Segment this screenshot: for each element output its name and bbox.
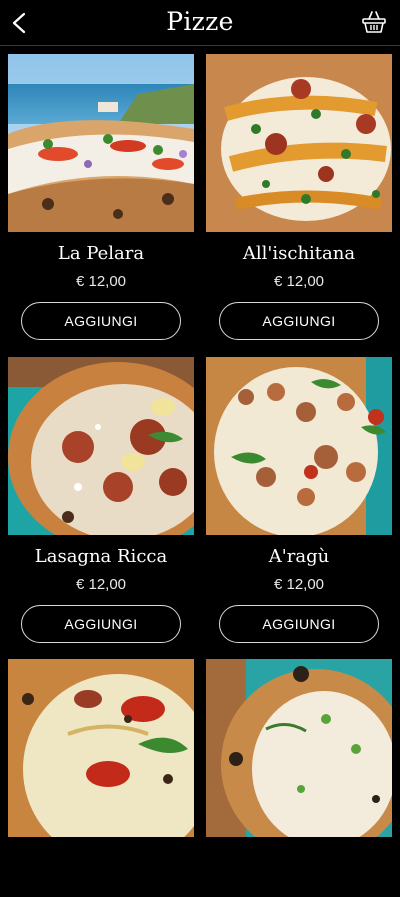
- product-name: Lasagna Ricca: [34, 546, 168, 567]
- product-image[interactable]: [8, 54, 194, 232]
- product-image[interactable]: [8, 659, 194, 837]
- add-to-cart-button[interactable]: AGGIUNGI: [219, 605, 379, 643]
- product-card[interactable]: All'ischitana € 12,00 AGGIUNGI: [206, 54, 392, 340]
- product-card[interactable]: A'ragù € 12,00 AGGIUNGI: [206, 357, 392, 643]
- product-name: A'ragù: [268, 546, 330, 567]
- product-card[interactable]: [206, 659, 392, 897]
- product-price: € 12,00: [273, 576, 325, 593]
- product-image[interactable]: [206, 659, 392, 837]
- product-name: La Pelara: [57, 243, 145, 264]
- add-to-cart-button[interactable]: AGGIUNGI: [21, 605, 181, 643]
- product-card[interactable]: [8, 659, 194, 897]
- product-price: [206, 877, 392, 897]
- product-price: € 12,00: [75, 273, 127, 290]
- product-price: € 12,00: [273, 273, 325, 290]
- add-to-cart-button[interactable]: AGGIUNGI: [219, 302, 379, 340]
- product-name: [8, 847, 194, 871]
- product-price: [8, 877, 194, 897]
- product-grid: La Pelara € 12,00 AGGIUNGI All'ischitana…: [0, 0, 400, 837]
- product-image[interactable]: [206, 54, 392, 232]
- product-card[interactable]: La Pelara € 12,00 AGGIUNGI: [8, 54, 194, 340]
- product-image[interactable]: [8, 357, 194, 535]
- product-price: € 12,00: [75, 576, 127, 593]
- add-to-cart-button[interactable]: AGGIUNGI: [21, 302, 181, 340]
- product-name: [206, 847, 392, 871]
- product-image[interactable]: [206, 357, 392, 535]
- product-name: All'ischitana: [242, 243, 356, 264]
- product-card[interactable]: Lasagna Ricca € 12,00 AGGIUNGI: [8, 357, 194, 643]
